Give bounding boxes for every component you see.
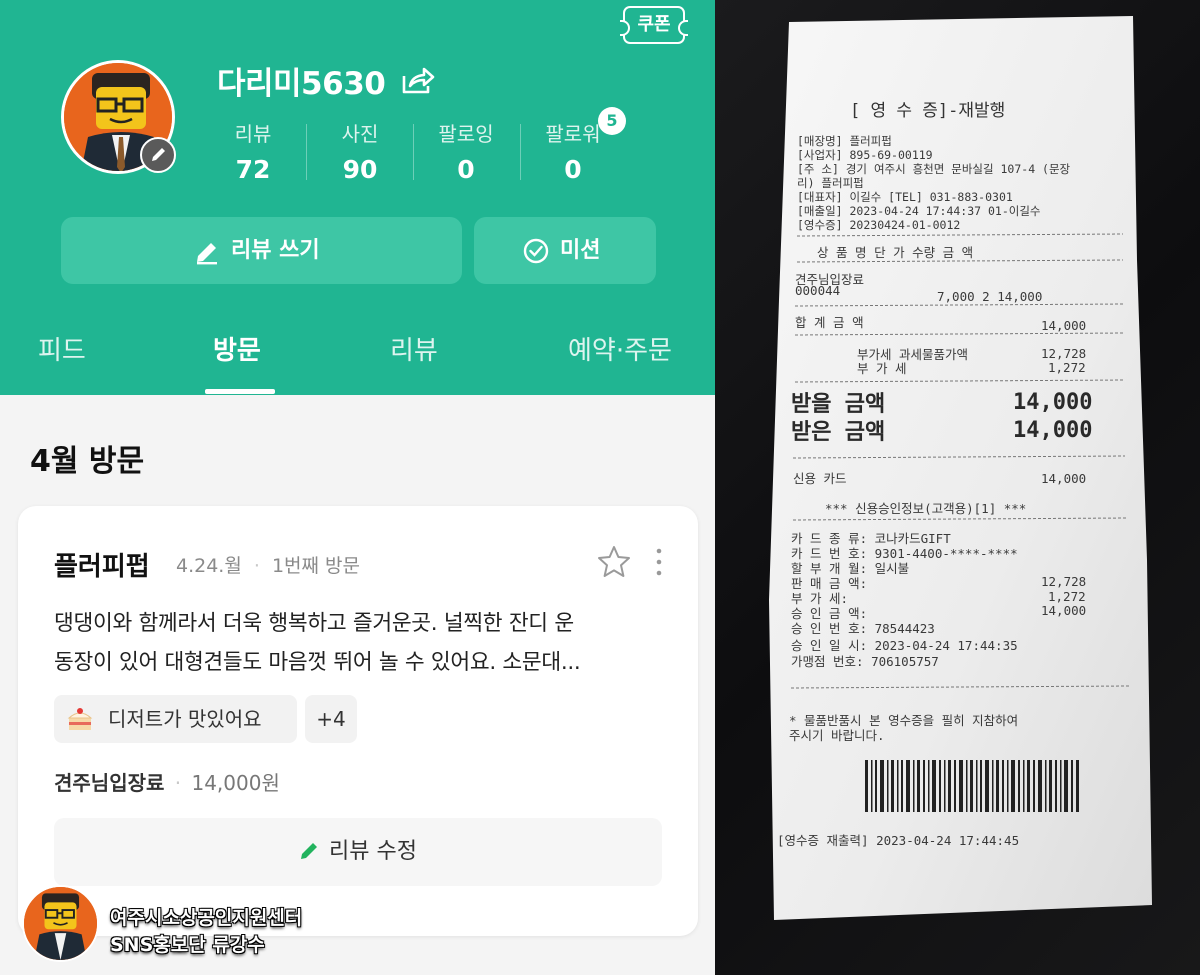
dot-separator: ·: [253, 555, 260, 577]
stat-label: 사진: [341, 122, 379, 146]
profile-header: 쿠폰 다리미5630 리뷰 72 사진 90 팔로잉 0 팔로워 0 5 리뷰 …: [0, 0, 715, 395]
receipt-paper: [769, 16, 1152, 920]
stat-value: 90: [342, 155, 378, 184]
receipt-photo: [ 영 수 증]-재발행 [매장명] 플러피펍 [사업자] 895-69-001…: [715, 0, 1200, 975]
more-tags-badge[interactable]: +4: [305, 695, 357, 743]
receipt-summary: 견주님입장료 · 14,000원: [54, 767, 280, 796]
tab-booking-order[interactable]: 예약·주문: [568, 330, 672, 367]
receipt-total-label: 합 계 금 액: [795, 315, 864, 330]
mission-button[interactable]: 미션: [474, 217, 656, 284]
receipt-taxable-value: 12,728: [1041, 346, 1087, 361]
stat-label: 팔로잉: [438, 122, 494, 146]
watermark-line-1: 여주시소상공인지원센터: [110, 907, 303, 929]
mission-label: 미션: [560, 238, 601, 263]
receipt-sale-amount: 12,728: [1041, 574, 1087, 589]
receipt-total-value: 14,000: [1041, 318, 1087, 333]
receipt-reprint-time: [영수증 재출력] 2023-04-24 17:44:45: [777, 833, 1020, 848]
receipt-approval-header: *** 신용승인정보(고객용)[1] ***: [825, 501, 1027, 516]
write-review-button[interactable]: 리뷰 쓰기: [61, 217, 462, 284]
visit-meta: 4.24.월 · 1번째 방문: [176, 551, 360, 578]
stat-following[interactable]: 팔로잉 0: [413, 118, 519, 184]
receipt-vat2: 1,272: [1048, 589, 1086, 604]
receipt-notice-2: 주시기 바랍니다.: [789, 728, 885, 743]
receipt-vat-value: 1,272: [1048, 360, 1086, 375]
app-screenshot: 쿠폰 다리미5630 리뷰 72 사진 90 팔로잉 0 팔로워 0 5 리뷰 …: [0, 0, 715, 975]
tab-feed[interactable]: 피드: [38, 330, 86, 367]
active-tab-indicator: [205, 389, 275, 394]
receipt-received-value: 14,000: [1013, 418, 1093, 443]
receipt-title: [ 영 수 증]-재발행: [850, 101, 1006, 121]
receipt-amount: 14,000원: [191, 771, 280, 795]
receipt-item: 견주님입장료: [54, 771, 165, 795]
tab-reviews[interactable]: 리뷰: [390, 330, 438, 367]
nickname: 다리미5630: [217, 66, 386, 102]
cake-icon: [67, 708, 93, 730]
stat-reviews[interactable]: 리뷰 72: [200, 118, 306, 184]
stat-photos[interactable]: 사진 90: [307, 118, 413, 184]
visit-date: 4.24.월: [176, 555, 242, 577]
receipt-item-values: 7,000 2 14,000: [937, 289, 1043, 304]
receipt-card-label: 신용 카드: [793, 471, 847, 486]
receipt-col-headers: 상 품 명 단 가 수량 금 액: [817, 245, 974, 260]
place-name[interactable]: 플러피펍: [54, 546, 150, 583]
check-circle-icon: [523, 238, 549, 264]
dot-separator: ·: [174, 771, 182, 795]
receipt-receivable-value: 14,000: [1013, 390, 1093, 415]
pencil-icon: [301, 843, 318, 859]
watermark-avatar: [22, 885, 99, 962]
review-line: 댕댕이와 함께라서 더욱 행복하고 즐거운곳. 널찍한 잔디 운: [54, 611, 574, 636]
receipt-merchant-no: 가맹점 번호: 706105757: [791, 654, 939, 669]
edit-review-button[interactable]: 리뷰 수정: [54, 818, 662, 886]
stat-value: 0: [457, 155, 475, 184]
lego-avatar-icon: [24, 887, 97, 960]
stat-value: 0: [564, 155, 582, 184]
tab-visits[interactable]: 방문: [213, 330, 261, 367]
pencil-icon: [152, 148, 165, 161]
watermark-line-2: SNS홍보단 류강수: [110, 934, 265, 956]
edit-avatar-button[interactable]: [140, 137, 176, 173]
receipt-approved-amount: 14,000: [1041, 603, 1087, 618]
write-review-label: 리뷰 쓰기: [231, 238, 320, 263]
review-line: 동장이 있어 대형견들도 마음껏 뛰어 놀 수 있어요. 소문대...: [54, 650, 581, 675]
receipt-card-value: 14,000: [1041, 471, 1087, 486]
pencil-icon: [197, 243, 217, 265]
star-icon[interactable]: [596, 544, 632, 580]
stat-value: 72: [235, 155, 271, 184]
receipt-vat-label: 부 가 세: [857, 361, 907, 376]
coupon-button[interactable]: 쿠폰: [620, 6, 688, 44]
edit-review-label: 리뷰 수정: [329, 839, 417, 864]
receipt-no: [영수증] 20230424-01-0012: [797, 218, 961, 232]
follower-count-badge: 5: [598, 107, 626, 135]
stat-label: 리뷰: [234, 122, 272, 146]
review-text[interactable]: 댕댕이와 함께라서 더욱 행복하고 즐거운곳. 널찍한 잔디 운 동장이 있어 …: [54, 604, 674, 682]
receipt-item-code: 000044: [795, 283, 841, 298]
more-vertical-icon[interactable]: [654, 546, 664, 578]
visit-card[interactable]: 플러피펍 4.24.월 · 1번째 방문 댕댕이와 함께라서 더욱 행복하고 즐…: [18, 506, 698, 936]
section-title: 4월 방문: [30, 444, 145, 479]
share-icon[interactable]: [400, 64, 436, 96]
visit-count: 1번째 방문: [271, 555, 361, 577]
keyword-tag: 디저트가 맛있어요: [54, 695, 297, 743]
keyword-tag-label: 디저트가 맛있어요: [108, 707, 262, 731]
receipt-received-label: 받은 금액: [791, 420, 886, 445]
